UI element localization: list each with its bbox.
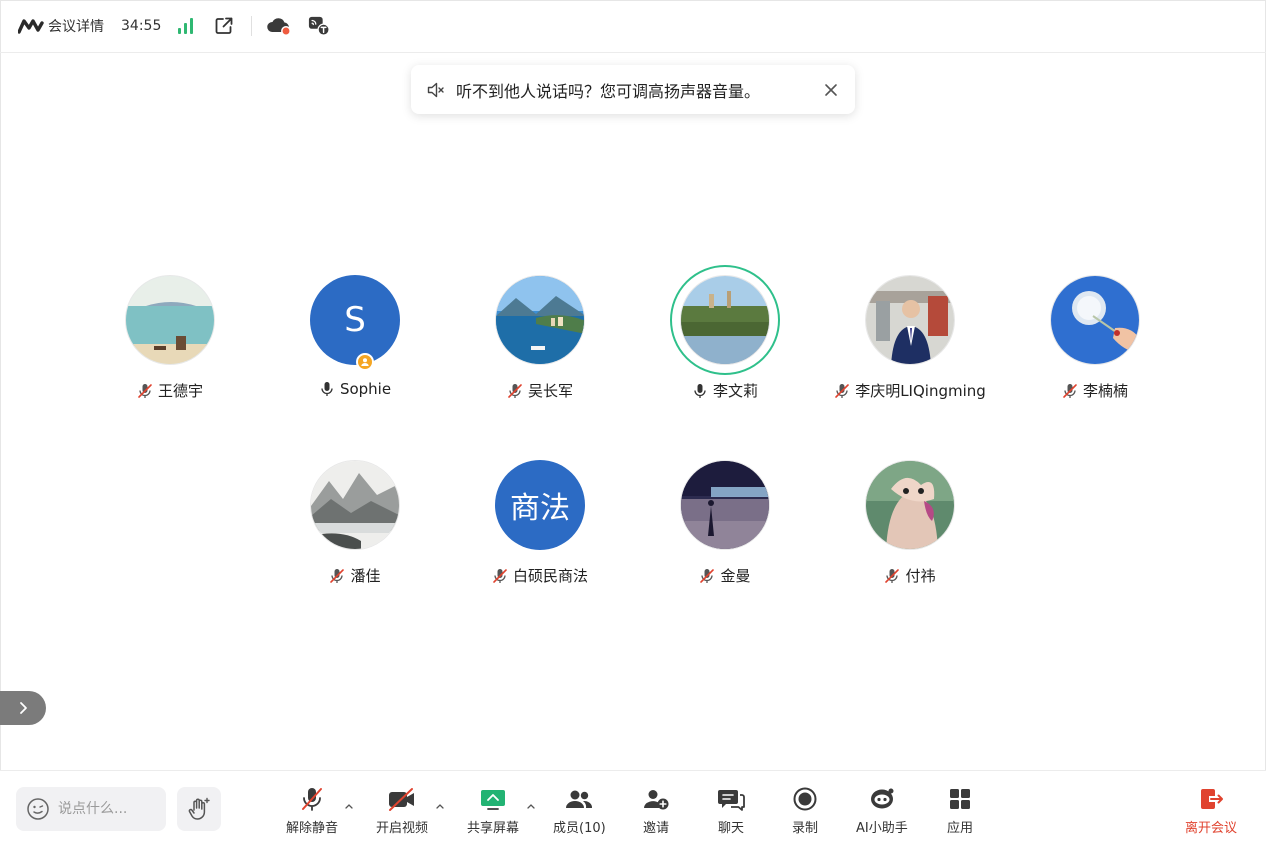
participant-name: Sophie: [339, 380, 392, 398]
video-off-icon: [389, 788, 414, 811]
start-video-label: 开启视频: [376, 821, 429, 836]
apps-button[interactable]: 应用: [947, 785, 973, 836]
participant-name: 吴长军: [527, 382, 573, 400]
cloud-record-icon[interactable]: [266, 15, 292, 37]
chevron-up-icon[interactable]: [344, 801, 354, 811]
chat-button[interactable]: 聊天: [717, 785, 745, 836]
meeting-timer: 34:55: [121, 18, 162, 34]
members-icon: [566, 790, 593, 808]
participant-name: 潘佳: [350, 567, 381, 585]
avatar: [865, 275, 955, 365]
top-bar: 会议详情 34:55: [0, 0, 1266, 53]
mic-muted-icon: [330, 568, 345, 583]
apps-label: 应用: [947, 821, 974, 836]
participant-tile[interactable]: 李楠楠: [1005, 275, 1185, 401]
record-button[interactable]: 录制: [792, 785, 818, 836]
chat-label: 聊天: [717, 821, 744, 836]
participant-name: 王德宇: [157, 382, 203, 400]
expand-sidebar-button[interactable]: [0, 691, 46, 725]
host-badge-icon: [356, 353, 374, 371]
record-label: 录制: [792, 821, 819, 836]
avatar: [1050, 275, 1140, 365]
leave-meeting-label: 离开会议: [1185, 821, 1238, 836]
mic-muted-icon: [885, 568, 900, 583]
mic-icon: [321, 382, 333, 396]
avatar: [125, 275, 215, 365]
chevron-up-icon[interactable]: [526, 801, 536, 811]
participant-tile[interactable]: 金曼: [635, 460, 815, 586]
mic-muted-icon: [493, 568, 507, 583]
volume-hint-toast: 听不到他人说话吗？您可调高扬声器音量。: [411, 65, 855, 114]
apps-grid-icon: [950, 789, 970, 809]
app-logo-icon: [18, 19, 44, 34]
participant-name: 白硕民商法: [512, 567, 588, 585]
mic-muted-icon: [302, 788, 322, 811]
emoji-icon[interactable]: [26, 797, 50, 821]
record-icon: [793, 787, 817, 811]
exit-icon: [1201, 789, 1223, 809]
raise-hand-icon: [188, 797, 210, 820]
participant-name: 李庆明LIQingming: [855, 382, 986, 400]
start-video-button[interactable]: 开启视频: [376, 785, 428, 836]
chevron-right-icon: [20, 702, 27, 714]
participant-tile[interactable]: 李庆明LIQingming: [820, 275, 1000, 401]
members-button[interactable]: 成员(10): [553, 785, 606, 836]
speaking-indicator: [670, 265, 780, 375]
participant-name: 金曼: [720, 567, 751, 585]
ai-assistant-label: AI小助手: [856, 821, 908, 836]
mic-icon: [694, 383, 706, 398]
invite-button[interactable]: 邀请: [642, 785, 670, 836]
avatar: [495, 275, 585, 365]
members-label: 成员(10): [553, 821, 606, 836]
avatar: 商法: [495, 460, 585, 550]
unmute-label: 解除静音: [286, 821, 339, 836]
live-caption-icon[interactable]: [308, 15, 331, 37]
participant-name: 李文莉: [712, 382, 758, 400]
avatar: [680, 460, 770, 550]
network-signal-icon[interactable]: [178, 18, 194, 34]
participant-tile[interactable]: 商法 白硕民商法: [450, 460, 630, 586]
leave-meeting-button[interactable]: 离开会议: [1185, 785, 1237, 836]
participant-name: 付祎: [905, 567, 936, 585]
avatar-initials: 商法: [495, 460, 585, 550]
toolbar-divider: [251, 16, 253, 36]
chat-input[interactable]: [58, 801, 158, 817]
bottom-toolbar: 解除静音 开启视频 共享屏幕: [0, 770, 1266, 846]
avatar-initials: S: [310, 275, 400, 365]
chevron-up-icon[interactable]: [435, 801, 445, 811]
participant-tile[interactable]: 吴长军: [450, 275, 630, 401]
participant-name: 李楠楠: [1082, 382, 1128, 400]
mic-muted-icon: [835, 383, 850, 398]
avatar: [865, 460, 955, 550]
avatar: [310, 460, 400, 550]
mic-muted-icon: [138, 383, 152, 398]
mic-muted-icon: [700, 568, 715, 583]
raise-hand-button[interactable]: [177, 787, 221, 831]
participant-tile[interactable]: 李文莉: [635, 265, 815, 401]
unmute-button[interactable]: 解除静音: [286, 785, 338, 836]
avatar: [670, 265, 780, 375]
toast-message: 听不到他人说话吗？您可调高扬声器音量。: [456, 81, 761, 101]
mic-muted-icon: [508, 383, 522, 398]
close-icon[interactable]: [821, 80, 841, 100]
ai-assistant-button[interactable]: AI小助手: [856, 785, 908, 836]
share-screen-label: 共享屏幕: [467, 821, 520, 836]
participant-tile[interactable]: 王德宇: [80, 275, 260, 401]
participant-tile[interactable]: 潘佳: [265, 460, 445, 586]
chat-icon: [718, 790, 745, 811]
avatar: S: [310, 275, 400, 371]
mic-muted-icon: [1063, 383, 1077, 398]
invite-label: 邀请: [642, 821, 669, 836]
participant-tile[interactable]: S Sophie: [265, 275, 445, 398]
invite-user-icon: [644, 790, 669, 810]
share-screen-button[interactable]: 共享屏幕: [467, 785, 519, 836]
meeting-window: [0, 0, 1266, 846]
meeting-details-link[interactable]: 会议详情: [48, 16, 104, 36]
speaker-muted-icon: [427, 82, 444, 97]
participant-tile[interactable]: 付祎: [820, 460, 1000, 586]
ai-assistant-icon: [870, 788, 894, 809]
share-screen-icon: [481, 790, 505, 810]
chat-quick-input[interactable]: [16, 787, 166, 831]
external-window-icon[interactable]: [213, 15, 235, 37]
